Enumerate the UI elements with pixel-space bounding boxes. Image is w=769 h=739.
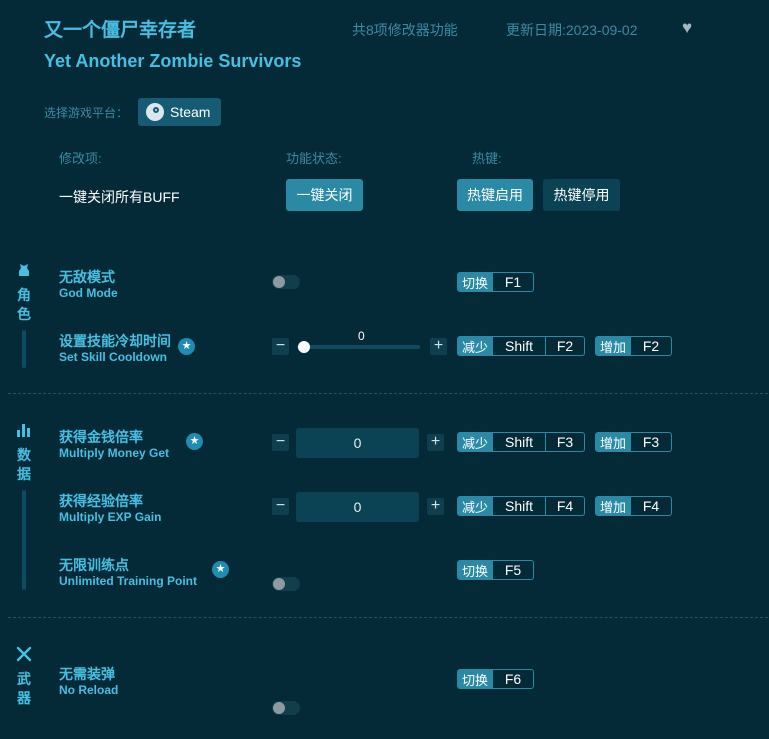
hotkey-key: Shift: [492, 497, 545, 515]
steam-label: Steam: [170, 104, 211, 120]
hotkey-action: 增加: [596, 497, 631, 515]
training-point-label-en: Unlimited Training Point: [59, 574, 197, 588]
skill-cooldown-slider-track[interactable]: [297, 345, 420, 349]
category-bar: [22, 330, 26, 368]
hotkey-key: F5: [492, 561, 533, 579]
hotkey-disable-button[interactable]: 热键停用: [543, 179, 620, 211]
training-point-hotkey[interactable]: 切换 F5: [457, 560, 534, 580]
hotkey-key: F2: [545, 337, 584, 355]
skill-cooldown-decrease-button[interactable]: −: [272, 338, 289, 355]
category-stats: 数据: [15, 422, 33, 590]
money-rate-decrease-hotkey[interactable]: 减少 Shift F3: [457, 432, 585, 452]
money-rate-label-cn: 获得金钱倍率: [59, 429, 143, 445]
exp-rate-input[interactable]: 0: [296, 492, 419, 522]
toggle-knob: [273, 276, 285, 288]
star-icon: ★: [178, 338, 195, 355]
money-rate-increase-hotkey[interactable]: 增加 F3: [595, 432, 672, 452]
skill-cooldown-increase-button[interactable]: +: [430, 338, 447, 355]
update-date: 更新日期:2023-09-02: [506, 22, 638, 38]
hotkey-action: 减少: [458, 433, 493, 451]
money-rate-input[interactable]: 0: [296, 428, 419, 458]
toggle-knob: [273, 702, 285, 714]
hotkey-key: F4: [630, 497, 671, 515]
money-rate-increase-button[interactable]: +: [427, 434, 444, 451]
platform-label: 选择游戏平台：: [44, 106, 129, 120]
toggle-knob: [273, 578, 285, 590]
category-bar: [22, 490, 26, 590]
exp-rate-decrease-button[interactable]: −: [272, 498, 289, 515]
hotkey-action: 切换: [458, 561, 493, 579]
column-state-header: 功能状态:: [286, 151, 342, 166]
god-mode-label-en: God Mode: [59, 286, 118, 300]
category-label: 角色: [17, 287, 31, 322]
hotkey-action: 增加: [596, 337, 631, 355]
steam-icon: [146, 103, 164, 121]
weapon-icon: [15, 646, 33, 664]
hotkey-key: F3: [545, 433, 584, 451]
column-mod-header: 修改项:: [59, 151, 102, 166]
no-reload-label-cn: 无需装弹: [59, 666, 115, 682]
game-title-cn: 又一个僵尸幸存者: [44, 20, 197, 41]
hotkey-enable-button[interactable]: 热键启用: [457, 179, 533, 211]
no-reload-label-en: No Reload: [59, 683, 119, 697]
hotkey-key: F3: [630, 433, 671, 451]
god-mode-hotkey[interactable]: 切换 F1: [457, 272, 534, 292]
skill-cooldown-value: 0: [358, 329, 365, 343]
game-title-en: Yet Another Zombie Survivors: [44, 51, 302, 71]
star-icon: ★: [212, 561, 229, 578]
training-point-label-cn: 无限训练点: [59, 557, 129, 573]
close-all-button[interactable]: 一键关闭: [286, 179, 363, 211]
skill-cooldown-label-cn: 设置技能冷却时间: [59, 333, 171, 349]
skill-cooldown-slider-handle[interactable]: [298, 341, 310, 353]
category-label: 武器: [17, 671, 31, 706]
training-point-toggle[interactable]: [272, 577, 300, 591]
hotkey-action: 切换: [458, 670, 493, 688]
hotkey-key: F2: [630, 337, 671, 355]
hotkey-key: F6: [492, 670, 533, 688]
hotkey-key: F1: [492, 273, 533, 291]
money-rate-decrease-button[interactable]: −: [272, 434, 289, 451]
hotkey-key: Shift: [492, 433, 545, 451]
stats-icon: [15, 422, 33, 440]
hotkey-key: F4: [545, 497, 584, 515]
heart-icon[interactable]: ♥: [682, 19, 700, 37]
god-mode-label-cn: 无敌模式: [59, 269, 115, 285]
close-all-buff-label: 一键关闭所有BUFF: [59, 189, 180, 205]
hotkey-action: 切换: [458, 273, 493, 291]
category-character: 角色: [15, 262, 33, 368]
category-label: 数据: [17, 447, 31, 482]
star-icon: ★: [186, 433, 203, 450]
exp-rate-increase-hotkey[interactable]: 增加 F4: [595, 496, 672, 516]
character-icon: [15, 262, 33, 280]
exp-rate-decrease-hotkey[interactable]: 减少 Shift F4: [457, 496, 585, 516]
skill-cooldown-increase-hotkey[interactable]: 增加 F2: [595, 336, 672, 356]
god-mode-toggle[interactable]: [272, 275, 300, 289]
hotkey-action: 增加: [596, 433, 631, 451]
hotkey-action: 减少: [458, 337, 493, 355]
category-weapon: 武器: [15, 646, 33, 708]
skill-cooldown-decrease-hotkey[interactable]: 减少 Shift F2: [457, 336, 585, 356]
hotkey-action: 减少: [458, 497, 493, 515]
exp-rate-label-cn: 获得经验倍率: [59, 493, 143, 509]
column-hotkey-header: 热键:: [472, 151, 502, 166]
exp-rate-label-en: Multiply EXP Gain: [59, 510, 162, 524]
money-rate-label-en: Multiply Money Get: [59, 446, 170, 460]
skill-cooldown-label-en: Set Skill Cooldown: [59, 350, 168, 364]
feature-count: 共8项修改器功能: [352, 22, 458, 38]
hotkey-key: Shift: [492, 337, 545, 355]
no-reload-toggle[interactable]: [272, 701, 300, 715]
no-reload-hotkey[interactable]: 切换 F6: [457, 669, 534, 689]
steam-platform-button[interactable]: Steam: [138, 98, 221, 126]
section-divider: [8, 393, 768, 394]
exp-rate-increase-button[interactable]: +: [427, 498, 444, 515]
section-divider: [8, 617, 768, 618]
